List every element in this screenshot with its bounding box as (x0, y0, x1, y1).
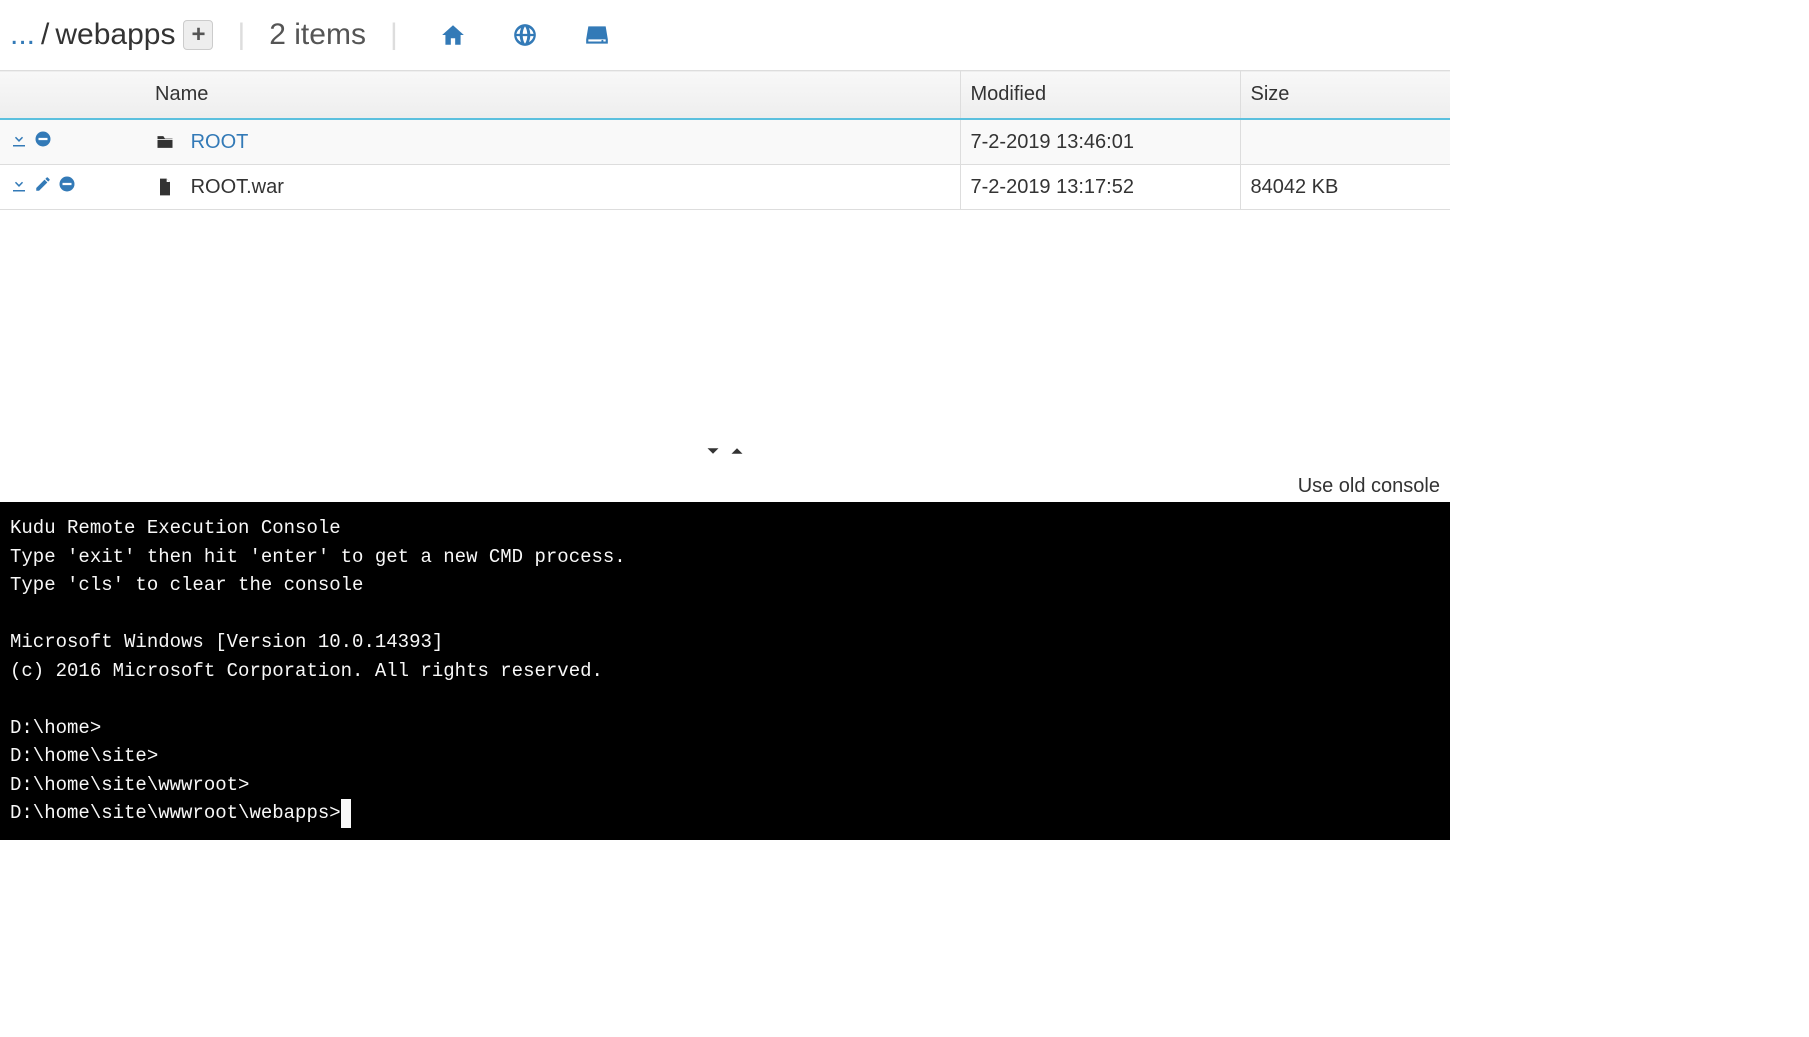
delete-icon[interactable] (58, 175, 76, 199)
table-row[interactable]: ROOT 7-2-2019 13:46:01 (0, 119, 1450, 165)
download-icon[interactable] (10, 130, 28, 154)
globe-icon[interactable] (512, 22, 538, 48)
file-icon (155, 177, 175, 197)
modified-cell: 7-2-2019 13:46:01 (960, 119, 1240, 165)
use-old-console-link[interactable]: Use old console (0, 471, 1450, 502)
folder-name[interactable]: ROOT (191, 131, 249, 153)
size-cell: 84042 KB (1240, 165, 1450, 210)
home-icon[interactable] (440, 22, 466, 48)
column-header-modified[interactable]: Modified (960, 71, 1240, 120)
console-output: Kudu Remote Execution Console Type 'exit… (10, 517, 626, 796)
separator: | (237, 18, 245, 52)
file-table: Name Modified Size (0, 70, 1450, 210)
table-row[interactable]: ROOT.war 7-2-2019 13:17:52 84042 KB (0, 165, 1450, 210)
chevron-up-icon[interactable] (728, 446, 746, 466)
size-cell (1240, 119, 1450, 165)
delete-icon[interactable] (34, 130, 52, 154)
item-count: 2 items (269, 18, 366, 52)
console-cursor (341, 799, 351, 828)
separator: | (390, 18, 398, 52)
column-header-name[interactable]: Name (145, 71, 960, 120)
console-prompt: D:\home\site\wwwroot\webapps> (10, 802, 341, 824)
breadcrumb: ... / webapps + (10, 18, 213, 52)
breadcrumb-separator: / (41, 18, 49, 52)
column-header-actions (0, 71, 145, 120)
file-name: ROOT.war (191, 176, 284, 198)
resize-controls (0, 430, 1450, 471)
breadcrumb-current: webapps (55, 18, 175, 52)
modified-cell: 7-2-2019 13:17:52 (960, 165, 1240, 210)
disk-icon[interactable] (584, 22, 610, 48)
download-icon[interactable] (10, 175, 28, 199)
add-button[interactable]: + (183, 20, 213, 50)
breadcrumb-ellipsis[interactable]: ... (10, 18, 35, 52)
header-bar: ... / webapps + | 2 items | (0, 0, 1450, 70)
column-header-size[interactable]: Size (1240, 71, 1450, 120)
edit-icon[interactable] (34, 175, 52, 199)
chevron-down-icon[interactable] (704, 446, 727, 466)
folder-icon (155, 132, 175, 152)
console[interactable]: Kudu Remote Execution Console Type 'exit… (0, 502, 1450, 840)
